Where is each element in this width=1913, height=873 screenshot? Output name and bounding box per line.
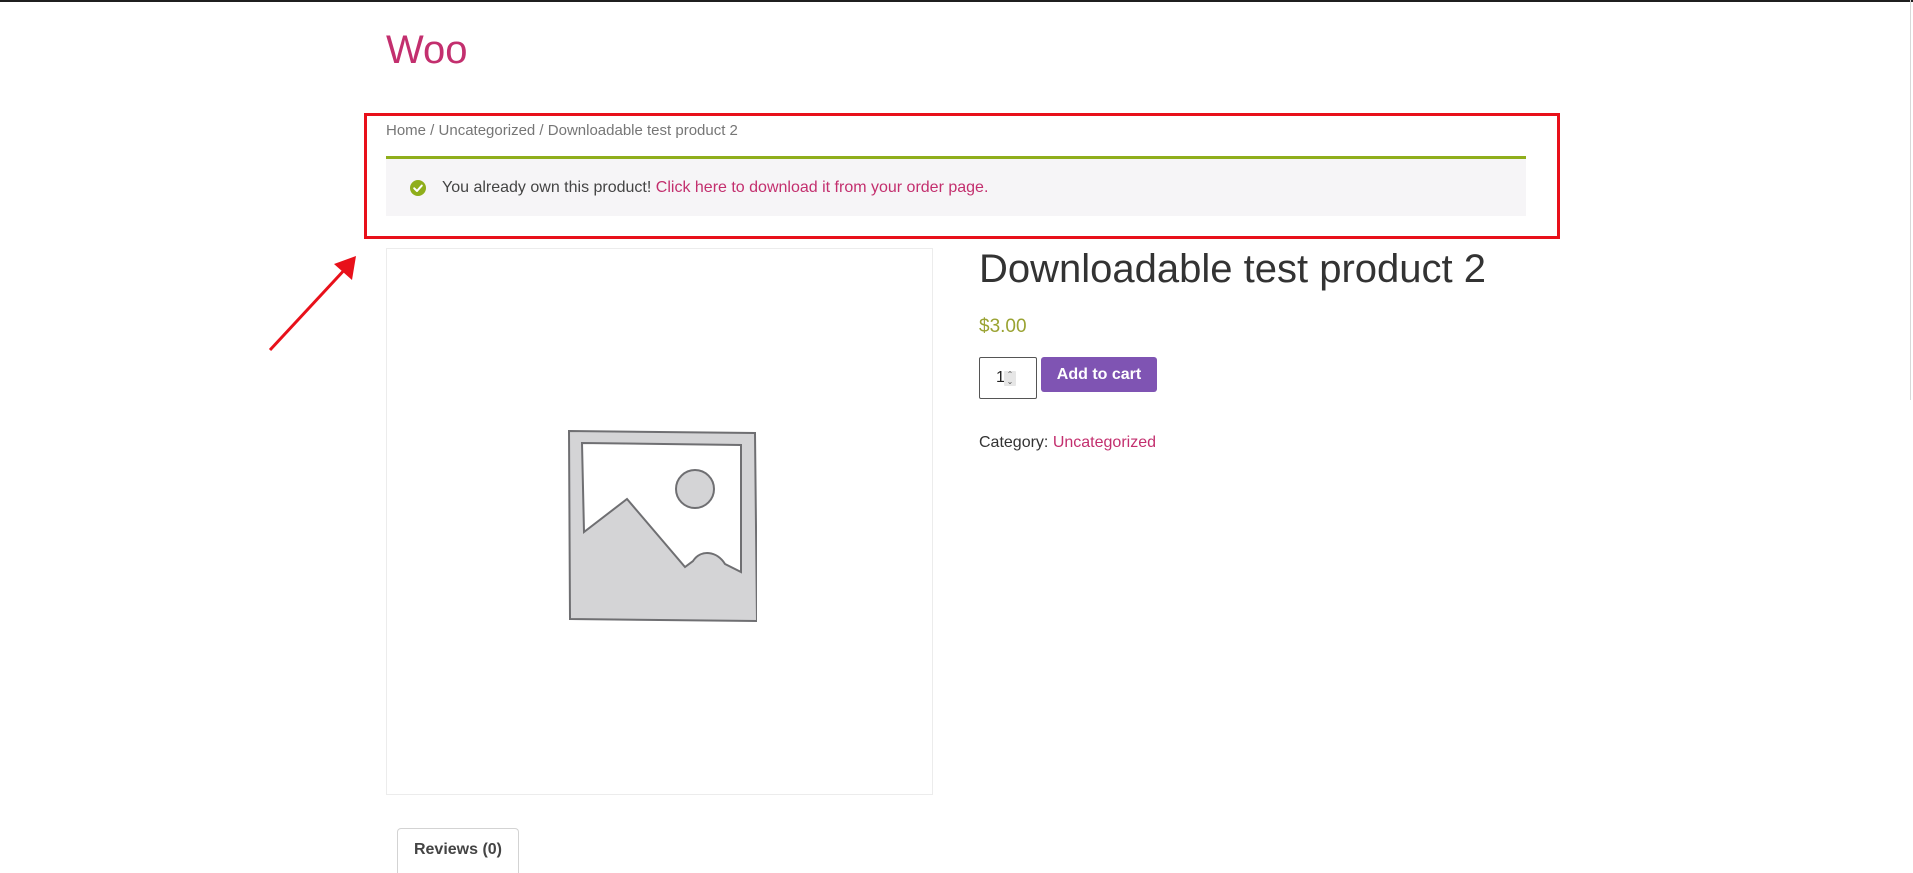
scrollbar-track[interactable]: [1910, 0, 1911, 400]
product-image-gallery[interactable]: [386, 248, 933, 795]
add-to-cart-button[interactable]: Add to cart: [1041, 357, 1157, 392]
category-label: Category:: [979, 434, 1049, 451]
annotation-arrow-icon: [268, 256, 356, 352]
site-title-link[interactable]: Woo: [386, 26, 468, 74]
quantity-spinner-icon[interactable]: ⌃ ⌄: [1004, 371, 1016, 386]
tab-reviews[interactable]: Reviews (0): [397, 828, 519, 873]
annotation-highlight-box: [364, 113, 1560, 239]
top-border: [0, 0, 1913, 2]
category-link[interactable]: Uncategorized: [1053, 434, 1156, 451]
image-placeholder-icon: [567, 429, 757, 623]
quantity-input[interactable]: 1 ⌃ ⌄: [979, 357, 1037, 399]
product-price: $3.00: [979, 316, 1027, 337]
product-title: Downloadable test product 2: [979, 247, 1486, 291]
product-category: Category: Uncategorized: [979, 434, 1156, 452]
